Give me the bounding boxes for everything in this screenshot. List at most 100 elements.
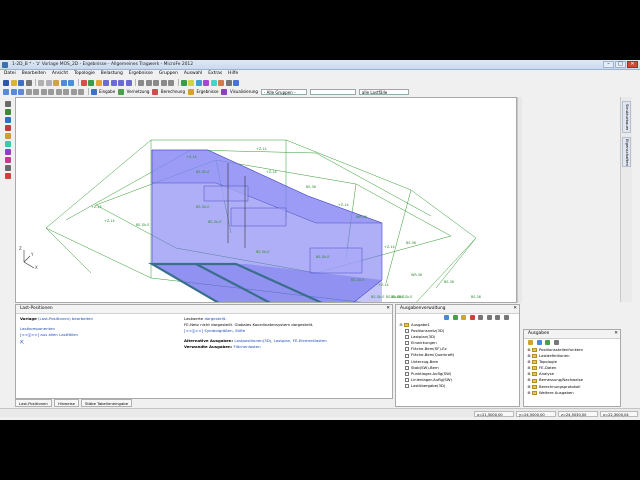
add-icon[interactable] bbox=[545, 340, 550, 345]
menu-ansicht[interactable]: Ansicht bbox=[52, 70, 68, 78]
view-front-icon[interactable] bbox=[118, 79, 124, 86]
preview-output-icon[interactable] bbox=[503, 315, 509, 320]
visualisierung-icon[interactable] bbox=[221, 88, 228, 95]
menu-gruppen[interactable]: Gruppen bbox=[159, 70, 178, 78]
paste-icon[interactable] bbox=[53, 79, 59, 86]
expand-icon[interactable]: ⊞ bbox=[527, 390, 531, 396]
grid-snap-icon[interactable] bbox=[48, 88, 54, 95]
view-side-icon[interactable] bbox=[125, 79, 132, 86]
select-icon[interactable] bbox=[3, 88, 9, 95]
symbol-nav-links[interactable]: [<<][>>] bbox=[184, 328, 203, 333]
view-top-icon[interactable] bbox=[110, 79, 117, 86]
eingabe-button[interactable]: Eingabe bbox=[99, 89, 115, 94]
maximize-button[interactable]: □ bbox=[615, 61, 626, 68]
symbolgroessen-link[interactable]: Symbolgrößen, Stifte bbox=[204, 328, 245, 333]
tab-hinweise[interactable]: Hinweise bbox=[53, 399, 79, 407]
tree-item[interactable]: Lastübergabe(3D) bbox=[399, 383, 517, 389]
menu-belastung[interactable]: Belastung bbox=[101, 70, 123, 78]
ergebnisse-button[interactable]: Ergebnisse bbox=[197, 89, 219, 94]
menu-extras[interactable]: Extras bbox=[208, 70, 222, 78]
filter-icon[interactable] bbox=[25, 88, 32, 95]
cut-icon[interactable] bbox=[38, 79, 44, 86]
berechnung-icon[interactable] bbox=[152, 88, 159, 95]
delete-output-icon[interactable] bbox=[469, 315, 475, 320]
select-window-icon[interactable] bbox=[10, 88, 17, 95]
pan-icon[interactable] bbox=[160, 79, 167, 86]
line-tool-icon[interactable] bbox=[4, 117, 11, 123]
alternative-links[interactable]: Lastpositionen(3D), Lastplan, FE-Element… bbox=[234, 338, 326, 343]
lastfall-nav-links[interactable]: [<<][>>] bbox=[20, 332, 39, 337]
zoom-out-icon[interactable] bbox=[145, 79, 152, 86]
pointer-tool-icon[interactable] bbox=[4, 101, 11, 107]
menu-ergebnisse[interactable]: Ergebnisse bbox=[129, 70, 153, 78]
menu-hilfe[interactable]: Hilfe bbox=[228, 70, 238, 78]
lastwerte-link[interactable]: dargestellt. bbox=[204, 316, 226, 321]
empty-select[interactable] bbox=[309, 88, 356, 95]
vernetzung-button[interactable]: Vernetzung bbox=[127, 89, 150, 94]
viewport-scrollbar[interactable] bbox=[517, 97, 522, 303]
layer-icon[interactable] bbox=[180, 79, 187, 86]
zoom-in-icon[interactable] bbox=[138, 79, 144, 86]
redo-view-icon[interactable] bbox=[78, 88, 84, 95]
eingabe-icon[interactable] bbox=[90, 88, 97, 95]
minimize-button[interactable]: – bbox=[603, 61, 614, 68]
snap-icon[interactable] bbox=[33, 88, 39, 95]
delete-tool-icon[interactable] bbox=[4, 173, 11, 179]
rotate-icon[interactable] bbox=[168, 79, 174, 86]
berechnung-button[interactable]: Berechnung bbox=[161, 89, 185, 94]
help-icon[interactable] bbox=[233, 79, 239, 86]
copy-icon[interactable] bbox=[45, 79, 52, 86]
warning-icon[interactable] bbox=[95, 79, 102, 86]
document-icon[interactable] bbox=[536, 340, 542, 345]
undo-icon[interactable] bbox=[60, 79, 67, 86]
measure-icon[interactable] bbox=[218, 79, 224, 86]
settings-icon[interactable] bbox=[225, 79, 232, 86]
mesh-tool-icon[interactable] bbox=[4, 149, 11, 155]
open-folder-icon[interactable] bbox=[10, 79, 17, 86]
render-icon[interactable] bbox=[203, 79, 209, 86]
print-output-icon[interactable] bbox=[478, 315, 483, 320]
load-tool-icon[interactable] bbox=[4, 125, 11, 131]
output-item[interactable]: ⊞ Weitere Ausgaben bbox=[527, 390, 619, 396]
new-file-icon[interactable] bbox=[3, 79, 9, 86]
verwandte-links[interactable]: Flächenlasten bbox=[234, 344, 261, 349]
menu-bearbeiten[interactable]: Bearbeiten bbox=[22, 70, 46, 78]
visualisierung-button[interactable]: Visualisierung bbox=[230, 89, 258, 94]
node-tool-icon[interactable] bbox=[4, 109, 11, 115]
redo-icon[interactable] bbox=[68, 79, 74, 86]
tab-staebe-tabelleneingabe[interactable]: Stäbe Tabelleneingabe bbox=[80, 399, 133, 407]
tab-strukturbaum[interactable]: Strukturbaum bbox=[622, 101, 631, 133]
folder-output-icon[interactable] bbox=[461, 315, 466, 320]
measure-tool-icon[interactable] bbox=[4, 165, 11, 171]
tab-last-positionen[interactable]: Last-Positionen bbox=[15, 399, 52, 407]
view-3d-icon[interactable] bbox=[103, 79, 109, 86]
menu-topologie[interactable]: Topologie bbox=[74, 70, 95, 78]
close-icon[interactable]: ✕ bbox=[386, 305, 390, 313]
tab-eigenschaften[interactable]: Eigenschaften bbox=[622, 137, 631, 167]
close-button[interactable]: ✕ bbox=[627, 61, 638, 68]
grid-icon[interactable] bbox=[195, 79, 202, 86]
properties-icon[interactable] bbox=[553, 340, 559, 345]
export-output-icon[interactable] bbox=[486, 315, 492, 320]
vernetzung-icon[interactable] bbox=[118, 88, 125, 95]
menu-auswahl[interactable]: Auswahl bbox=[184, 70, 202, 78]
save-icon[interactable] bbox=[18, 79, 24, 86]
group-select[interactable]: - Alle Gruppen - bbox=[260, 88, 307, 95]
close-icon[interactable]: ✕ bbox=[513, 305, 517, 313]
vorlage-edit-link[interactable]: bearbeiten bbox=[72, 316, 93, 321]
select-cross-icon[interactable] bbox=[18, 88, 24, 95]
print-icon[interactable] bbox=[25, 79, 32, 86]
zoom-all-icon[interactable] bbox=[153, 79, 159, 86]
options-output-icon[interactable] bbox=[495, 315, 500, 320]
add-output-icon[interactable] bbox=[452, 315, 458, 320]
section-icon[interactable] bbox=[210, 79, 217, 86]
coordinate-icon[interactable] bbox=[55, 88, 62, 95]
folder-icon[interactable] bbox=[528, 340, 533, 345]
section-tool-icon[interactable] bbox=[4, 157, 11, 163]
light-icon[interactable] bbox=[188, 79, 194, 86]
layer-filter-icon[interactable] bbox=[63, 88, 69, 95]
lastfall-text[interactable]: aus allen Lastfällen bbox=[40, 332, 78, 337]
check-icon[interactable] bbox=[88, 79, 94, 86]
menu-datei[interactable]: Datei bbox=[4, 70, 16, 78]
support-tool-icon[interactable] bbox=[4, 133, 11, 139]
